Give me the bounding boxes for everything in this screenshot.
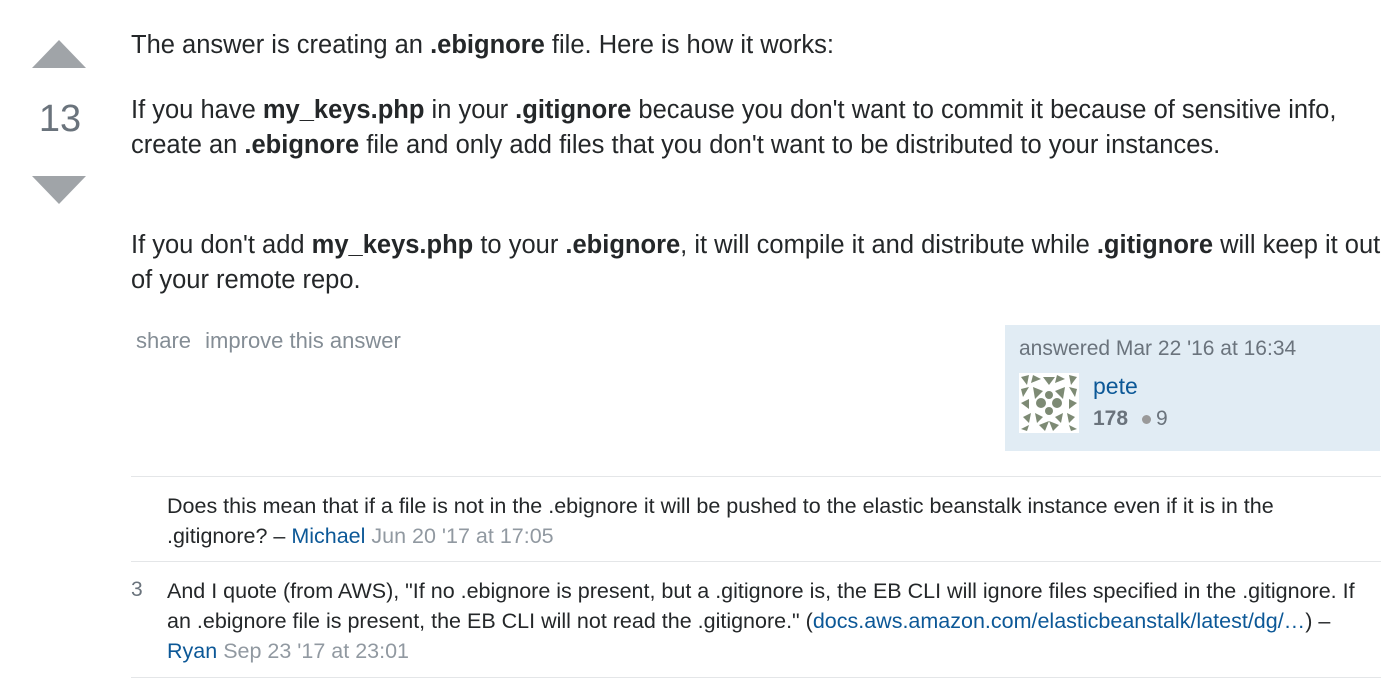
triangle-up-icon [32, 40, 86, 68]
comment: 3 And I quote (from AWS), "If no .ebigno… [131, 561, 1381, 678]
answer-paragraph-1: The answer is creating an .ebignore file… [131, 31, 834, 59]
avatar[interactable] [1019, 373, 1079, 433]
inline-bold: .ebignore [244, 131, 360, 159]
triangle-down-icon [32, 176, 86, 204]
comment-text: And I quote (from AWS), "If no .ebignore… [167, 579, 1355, 663]
vote-up-button[interactable] [32, 40, 86, 70]
identicon-icon [1019, 373, 1079, 433]
comment-text: Does this mean that if a file is not in … [167, 494, 1274, 548]
user-name-link[interactable]: pete [1093, 373, 1138, 400]
inline-bold: my_keys.php [262, 96, 425, 124]
comment-score: 3 [131, 578, 143, 601]
vote-down-button[interactable] [32, 174, 86, 204]
reputation-score: 178 [1093, 407, 1129, 430]
improve-answer-link[interactable]: improve this answer [205, 328, 401, 353]
post-menu: share improve this answer [136, 328, 409, 354]
comment-user-link[interactable]: Ryan [167, 639, 217, 663]
inline-bold: my_keys.php [311, 231, 474, 259]
answered-timestamp: answered Mar 22 '16 at 16:34 [1019, 337, 1297, 360]
comment: Does this mean that if a file is not in … [131, 476, 1381, 562]
answer-paragraph-2: If you have my_keys.php in your .gitigno… [131, 96, 1337, 159]
comment-date[interactable]: Sep 23 '17 at 23:01 [223, 639, 409, 663]
inline-bold: .gitignore [1096, 231, 1214, 259]
bronze-badge-count: 9 [1142, 407, 1168, 431]
comment-user-link[interactable]: Michael [291, 524, 365, 548]
inline-bold: .gitignore [515, 96, 632, 124]
share-link[interactable]: share [136, 328, 191, 353]
comment-date[interactable]: Jun 20 '17 at 17:05 [371, 524, 553, 548]
user-card: answered Mar 22 '16 at 16:34 pete 178 9 [1005, 325, 1380, 451]
vote-count: 13 [38, 98, 82, 140]
docs-link[interactable]: docs.aws.amazon.com/elasticbeanstalk/lat… [813, 609, 1305, 633]
inline-bold: .ebignore [565, 231, 681, 259]
inline-bold: .ebignore [430, 31, 545, 59]
bronze-badge-icon [1142, 414, 1151, 424]
answer-paragraph-3: If you don't add my_keys.php to your .eb… [131, 231, 1381, 294]
